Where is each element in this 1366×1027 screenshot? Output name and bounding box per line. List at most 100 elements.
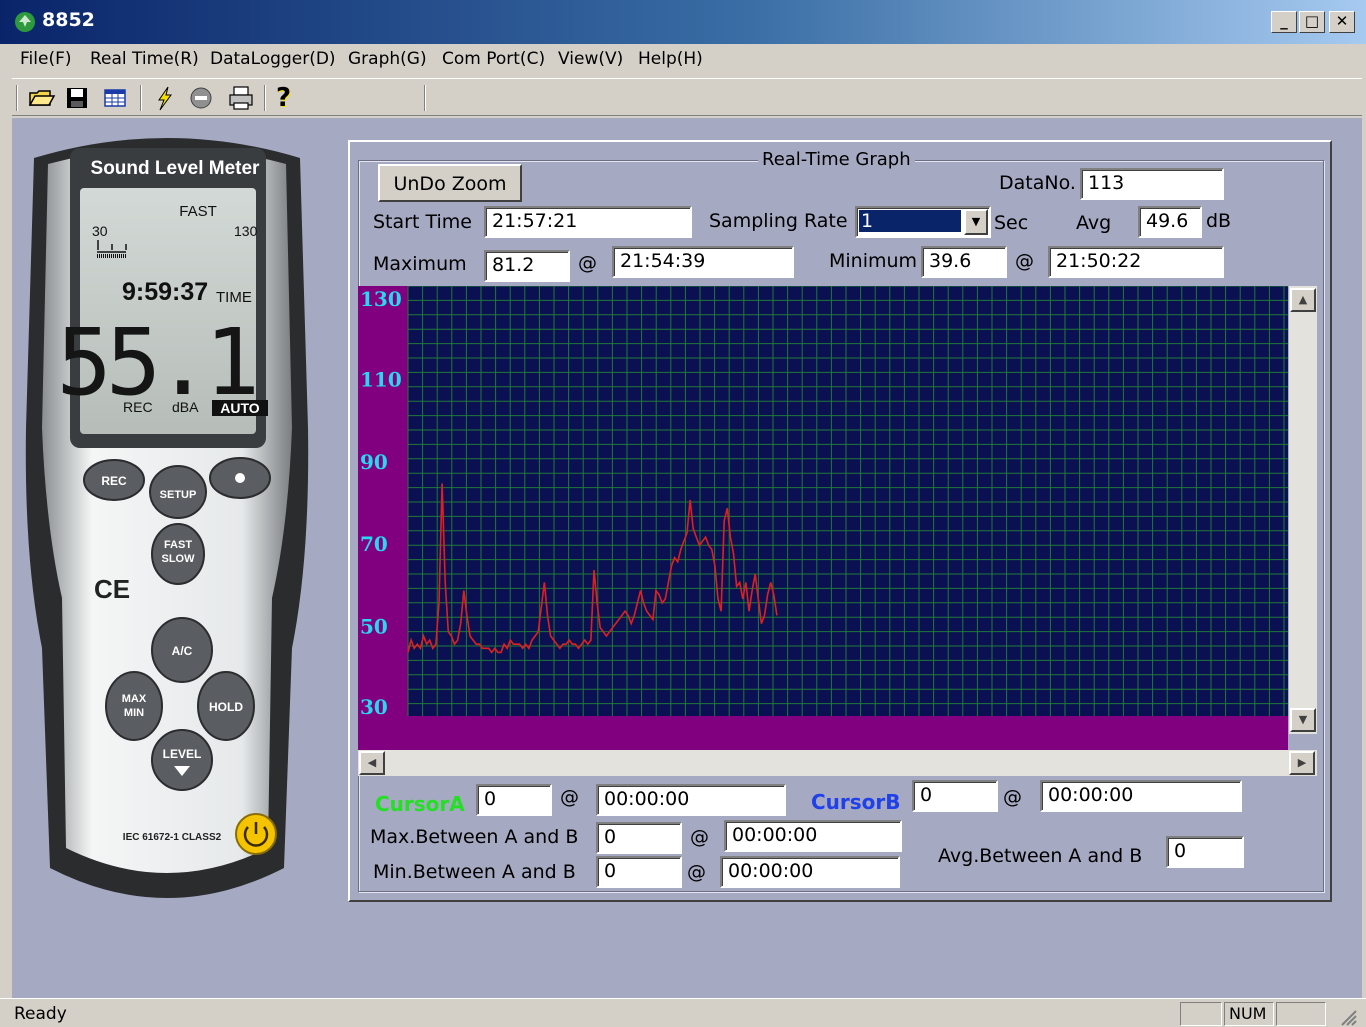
minimize-button[interactable]: _ xyxy=(1271,11,1297,33)
min-between-field[interactable]: 0 xyxy=(596,856,682,888)
meter-rec-button: REC xyxy=(101,474,127,488)
cursor-a-time-field[interactable]: 00:00:00 xyxy=(596,784,786,816)
undo-zoom-button[interactable]: UnDo Zoom xyxy=(378,164,522,202)
menu-graph[interactable]: Graph(G) xyxy=(348,49,427,69)
help-icon[interactable]: ? xyxy=(276,83,306,113)
max-between-label: Max.Between A and B xyxy=(370,826,579,848)
meter-slow-button: SLOW xyxy=(162,553,196,565)
toolbar-separator xyxy=(424,85,426,111)
window-title: 8852 xyxy=(42,9,95,31)
minimum-time-field[interactable]: 21:50:22 xyxy=(1048,246,1224,278)
maximum-at-symbol: @ xyxy=(578,252,597,274)
maximum-label: Maximum xyxy=(373,253,467,275)
scroll-up-icon[interactable]: ▲ xyxy=(1290,288,1316,312)
x-axis-band xyxy=(358,716,1288,750)
real-time-chart[interactable]: 130 110 90 70 50 30 xyxy=(358,286,1288,750)
max-between-at-symbol: @ xyxy=(690,826,709,848)
menu-datalogger[interactable]: DataLogger(D) xyxy=(210,49,336,69)
dropdown-arrow-icon[interactable]: ▼ xyxy=(964,209,988,235)
status-pane-caps xyxy=(1180,1002,1222,1026)
close-button[interactable]: ✕ xyxy=(1329,11,1355,33)
resize-grip-icon[interactable] xyxy=(1336,1005,1358,1027)
table-icon[interactable] xyxy=(100,83,130,113)
max-between-time-field[interactable]: 00:00:00 xyxy=(724,820,902,852)
backlight-icon xyxy=(235,473,245,483)
meter-brand-label: Sound Level Meter xyxy=(91,158,261,179)
min-between-at-symbol: @ xyxy=(687,861,706,883)
status-text: Ready xyxy=(14,1004,67,1024)
y-tick-label: 50 xyxy=(360,615,388,639)
meter-setup-button: SETUP xyxy=(160,489,197,501)
min-between-label: Min.Between A and B xyxy=(373,861,576,883)
stop-icon[interactable] xyxy=(186,83,216,113)
cursor-a-label: CursorA xyxy=(375,792,465,816)
meter-range-low: 30 xyxy=(92,223,108,239)
meter-time: 9:59:37 xyxy=(122,278,208,306)
meter-time-label: TIME xyxy=(216,289,252,306)
minimum-label: Minimum xyxy=(829,250,918,272)
cursor-b-time-field[interactable]: 00:00:00 xyxy=(1040,780,1242,812)
avg-between-field[interactable]: 0 xyxy=(1166,836,1244,868)
y-axis-band xyxy=(358,286,408,716)
ce-mark: CE xyxy=(94,574,130,604)
status-bar: Ready NUM xyxy=(0,998,1366,1027)
sampling-rate-select[interactable]: 1 ▼ xyxy=(855,206,991,238)
data-no-field[interactable]: 113 xyxy=(1080,168,1224,200)
toolbar: ? xyxy=(12,78,1362,116)
data-no-label: DataNo. xyxy=(999,172,1076,194)
maximum-time-field[interactable]: 21:54:39 xyxy=(612,246,794,278)
db-label: dB xyxy=(1206,210,1232,232)
title-bar: 8852 _ □ ✕ xyxy=(0,0,1366,44)
minimum-at-symbol: @ xyxy=(1015,250,1034,272)
sec-label: Sec xyxy=(994,212,1029,234)
maximize-button[interactable]: □ xyxy=(1299,11,1325,33)
print-icon[interactable] xyxy=(226,83,256,113)
avg-field[interactable]: 49.6 xyxy=(1138,206,1202,238)
avg-label: Avg xyxy=(1076,212,1112,234)
y-tick-label: 130 xyxy=(360,287,402,311)
menu-real-time[interactable]: Real Time(R) xyxy=(90,49,199,69)
meter-min-button: MIN xyxy=(124,707,144,719)
cursor-a-value-field[interactable]: 0 xyxy=(476,784,552,816)
meter-hold-button: HOLD xyxy=(209,700,243,714)
status-pane-num: NUM xyxy=(1224,1002,1274,1026)
cursor-b-at-symbol: @ xyxy=(1003,786,1022,808)
meter-mode-label: FAST xyxy=(179,203,217,220)
group-title: Real-Time Graph xyxy=(758,149,915,170)
maximum-field[interactable]: 81.2 xyxy=(484,250,570,282)
meter-level-button: LEVEL xyxy=(163,747,202,761)
lightning-icon[interactable] xyxy=(150,83,180,113)
recycle-icon xyxy=(15,12,35,32)
save-icon[interactable] xyxy=(62,83,92,113)
menu-com-port[interactable]: Com Port(C) xyxy=(442,49,545,69)
open-folder-icon[interactable] xyxy=(26,83,56,113)
scroll-down-icon[interactable]: ▼ xyxy=(1290,708,1316,732)
meter-auto-indicator: AUTO xyxy=(220,400,260,416)
status-pane-scroll xyxy=(1276,1002,1326,1026)
toolbar-grip xyxy=(16,85,18,111)
minimum-field[interactable]: 39.6 xyxy=(921,246,1007,278)
start-time-label: Start Time xyxy=(373,211,472,233)
sampling-rate-label: Sampling Rate xyxy=(709,210,848,232)
max-between-field[interactable]: 0 xyxy=(596,822,682,854)
sampling-rate-value: 1 xyxy=(859,210,961,232)
y-tick-label: 30 xyxy=(360,695,388,719)
cursor-b-value-field[interactable]: 0 xyxy=(912,780,998,812)
horizontal-scrollbar[interactable]: ◀ ▶ xyxy=(358,750,1317,776)
meter-max-button: MAX xyxy=(122,693,147,705)
cursor-b-label: CursorB xyxy=(811,790,901,814)
menu-help[interactable]: Help(H) xyxy=(638,49,703,69)
y-tick-label: 70 xyxy=(360,532,388,556)
y-tick-label: 110 xyxy=(360,367,402,391)
meter-rec-indicator: REC xyxy=(123,399,153,415)
menu-view[interactable]: View(V) xyxy=(558,49,623,69)
scroll-left-icon[interactable]: ◀ xyxy=(359,751,385,775)
menu-file[interactable]: File(F) xyxy=(20,49,72,69)
start-time-field[interactable]: 21:57:21 xyxy=(484,206,692,238)
scroll-right-icon[interactable]: ▶ xyxy=(1289,751,1315,775)
toolbar-separator xyxy=(140,85,142,111)
toolbar-separator xyxy=(264,85,266,111)
min-between-time-field[interactable]: 00:00:00 xyxy=(720,856,900,888)
cursor-a-at-symbol: @ xyxy=(560,786,579,808)
vertical-scrollbar[interactable]: ▲ ▼ xyxy=(1289,286,1317,734)
